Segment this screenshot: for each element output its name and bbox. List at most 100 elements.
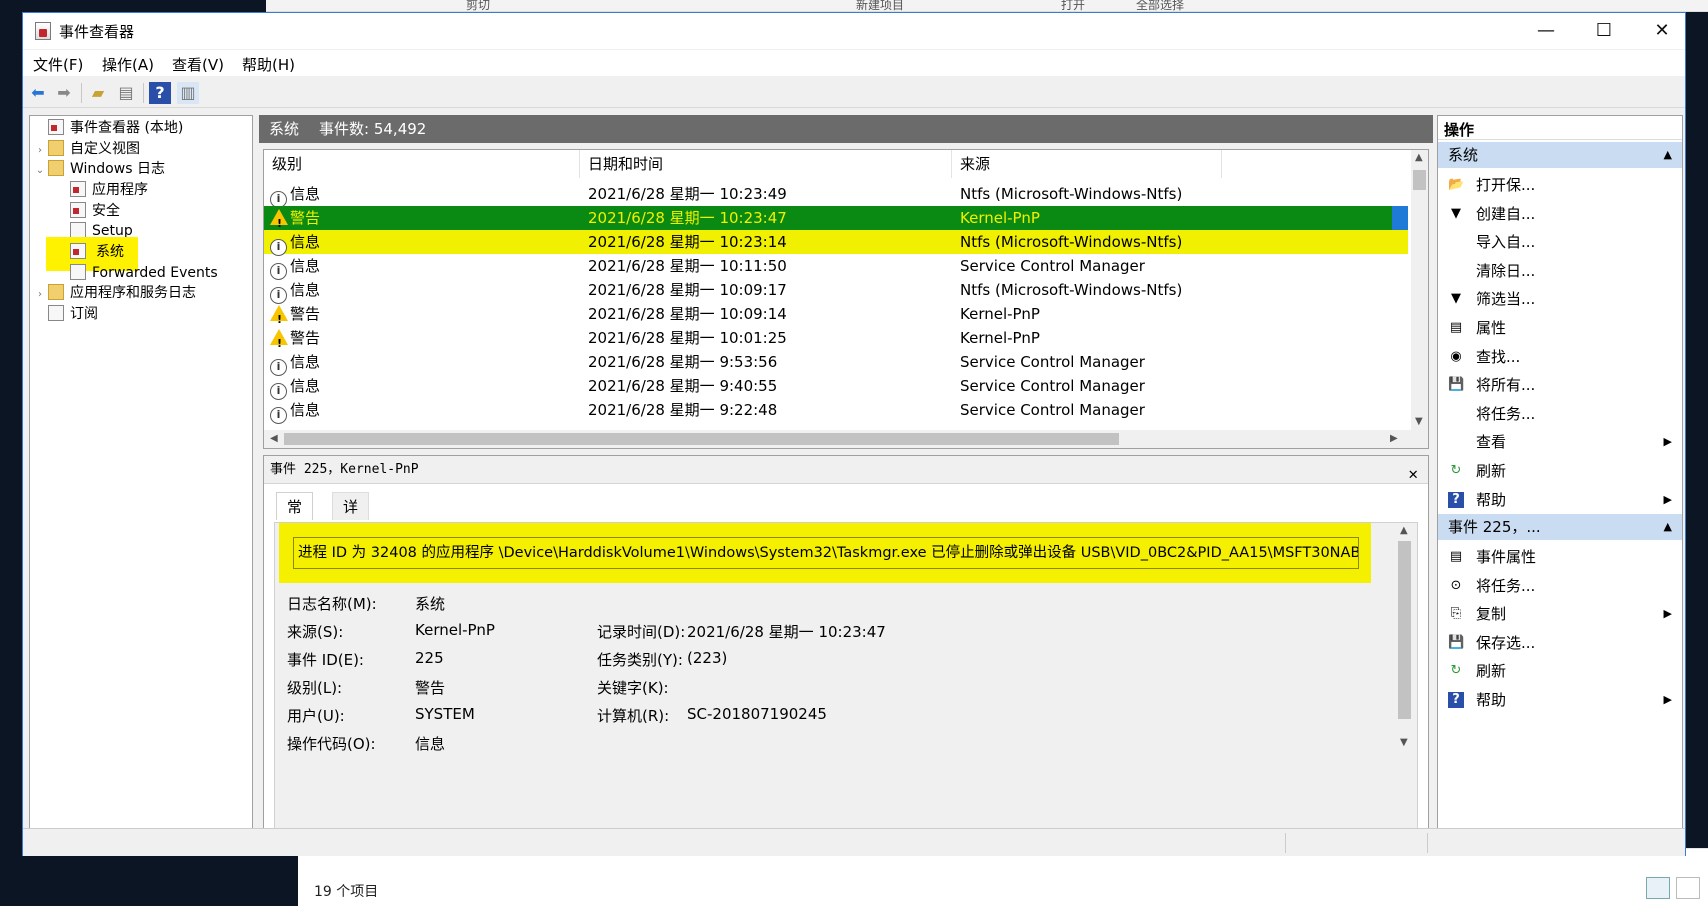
scroll-left-icon[interactable]: ◀ — [270, 433, 278, 444]
action-item[interactable]: ▤ 事件属性 — [1438, 544, 1682, 570]
filter-create-icon: ▼ — [1451, 205, 1461, 221]
chevron-right-icon[interactable]: › — [32, 285, 48, 305]
chevron-right-icon[interactable]: › — [32, 141, 48, 161]
tree-subscriptions[interactable]: 订阅 — [32, 304, 98, 324]
scroll-thumb[interactable] — [1398, 541, 1411, 719]
action-item[interactable]: 💾 保存选... — [1438, 630, 1682, 656]
level-text: 信息 — [290, 233, 321, 251]
table-row[interactable]: i 信息 2021/6/28 星期一 10:23:14 Ntfs (Microsoft… — [264, 230, 1408, 256]
source-cell: Kernel-PnP — [960, 305, 1040, 323]
tree-application[interactable]: 应用程序 — [54, 180, 148, 200]
tiles-view-button[interactable] — [1676, 877, 1700, 899]
scroll-thumb[interactable] — [284, 433, 1119, 445]
actions-section-system[interactable]: 系统 ▲ — [1438, 142, 1682, 168]
up-folder-icon[interactable]: ▰ — [87, 82, 109, 104]
action-item[interactable]: 📂 打开保... — [1438, 172, 1682, 198]
menu-view[interactable]: 查看(V) — [172, 54, 224, 75]
tree-custom-views[interactable]: › 自定义视图 — [32, 139, 140, 159]
scroll-up-icon[interactable]: ▲ — [1400, 525, 1408, 536]
tree-system[interactable]: 系统 — [46, 237, 138, 271]
details-view-button[interactable] — [1646, 877, 1670, 899]
folder-icon — [48, 160, 64, 176]
menu-help[interactable]: 帮助(H) — [242, 54, 295, 75]
action-item[interactable]: 查看 ▶ — [1438, 429, 1682, 455]
table-row[interactable]: i 信息 2021/6/28 星期一 9:22:48 Service Control … — [264, 398, 1408, 424]
collapse-icon[interactable]: ▲ — [1664, 142, 1672, 168]
keywords-label: 关键字(K): — [597, 679, 669, 697]
menu-action[interactable]: 操作(A) — [102, 54, 154, 75]
submenu-arrow-icon: ▶ — [1663, 607, 1672, 621]
table-row[interactable]: 警告 2021/6/28 星期一 10:09:14 Kernel-PnP — [264, 302, 1408, 332]
scroll-up-icon[interactable]: ▲ — [1415, 152, 1423, 163]
column-header-level[interactable]: 级别 — [264, 150, 580, 178]
source-cell: Kernel-PnP — [960, 329, 1040, 347]
tree-forwarded-events[interactable]: Forwarded Events — [54, 263, 218, 283]
logged-label: 记录时间(D): — [597, 623, 686, 641]
action-item[interactable]: 将任务... — [1438, 401, 1682, 427]
event-message-text[interactable]: 进程 ID 为 32408 的应用程序 \Device\HarddiskVolu… — [293, 537, 1359, 569]
chevron-down-icon[interactable]: ⌄ — [32, 161, 48, 181]
back-arrow-icon[interactable]: ⬅ — [27, 82, 49, 104]
show-action-pane-icon[interactable]: ▥ — [177, 82, 199, 104]
action-item[interactable]: ↻ 刷新 — [1438, 658, 1682, 684]
tab-general[interactable]: 常规 — [276, 492, 314, 544]
datetime-cell: 2021/6/28 星期一 10:23:14 — [588, 233, 787, 251]
actions-section-event[interactable]: 事件 225，... ▲ — [1438, 514, 1682, 540]
scroll-down-icon[interactable]: ▼ — [1415, 416, 1423, 427]
column-header-source[interactable]: 来源 — [952, 150, 1222, 178]
column-header-datetime[interactable]: 日期和时间 — [580, 150, 952, 178]
event-list-horizontal-scrollbar[interactable]: ◀ ▶ — [264, 430, 1428, 448]
submenu-arrow-icon: ▶ — [1663, 693, 1672, 706]
title-bar[interactable]: 事件查看器 — ☐ ✕ — [23, 13, 1685, 49]
scroll-right-icon[interactable]: ▶ — [1390, 433, 1398, 444]
detail-vertical-scrollbar[interactable]: ▲ ▼ — [1396, 523, 1413, 753]
table-row[interactable]: i 信息 2021/6/28 星期一 10:09:17 Ntfs (Microsoft… — [264, 278, 1408, 304]
action-label: 刷新 — [1476, 462, 1507, 480]
action-label: 将任务... — [1476, 576, 1536, 595]
minimize-button[interactable]: — — [1517, 13, 1575, 49]
collapse-icon[interactable]: ▲ — [1664, 514, 1672, 540]
forward-arrow-icon[interactable]: ➡ — [53, 82, 75, 104]
action-item[interactable]: ◉ 查找... — [1438, 344, 1682, 370]
source-cell: Service Control Manager — [960, 257, 1145, 275]
table-row[interactable]: i 信息 2021/6/28 星期一 10:11:50 Service Control… — [264, 254, 1408, 280]
action-item[interactable]: 💾 将所有... — [1438, 372, 1682, 398]
tree-windows-logs[interactable]: ⌄ Windows 日志 — [32, 159, 165, 179]
tree-root[interactable]: 事件查看器 (本地) — [32, 118, 183, 138]
action-item[interactable]: ⎘ 复制 ▶ — [1438, 601, 1682, 627]
action-item[interactable]: ⊙ 将任务... — [1438, 573, 1682, 599]
datetime-cell: 2021/6/28 星期一 10:01:25 — [588, 329, 787, 347]
action-item[interactable]: ▼ 创建自... — [1438, 201, 1682, 227]
tab-details[interactable]: 详细信息 — [332, 492, 370, 600]
action-item[interactable]: 清除日... — [1438, 258, 1682, 284]
table-row[interactable]: i 信息 2021/6/28 星期一 9:53:56 Service Control … — [264, 350, 1408, 376]
table-row[interactable]: 警告 2021/6/28 星期一 10:01:25 Kernel-PnP — [264, 326, 1408, 356]
tree-security[interactable]: 安全 — [54, 201, 120, 221]
help-icon[interactable]: ? — [149, 82, 171, 104]
action-item[interactable]: ? 帮助 ▶ — [1438, 687, 1682, 713]
action-item[interactable]: ? 帮助 ▶ — [1438, 487, 1682, 513]
source-cell: Ntfs (Microsoft-Windows-Ntfs) — [960, 281, 1183, 299]
close-detail-icon[interactable]: ✕ — [1408, 460, 1418, 488]
event-list-vertical-scrollbar[interactable]: ▲ ▼ — [1411, 150, 1428, 432]
action-label: 复制 — [1476, 605, 1507, 624]
action-item[interactable]: ▼ 筛选当... — [1438, 286, 1682, 312]
task-category-label: 任务类别(Y): — [597, 651, 683, 669]
level-cell: i 信息 — [270, 350, 320, 376]
table-row[interactable]: i 信息 2021/6/28 星期一 9:40:55 Service Control … — [264, 374, 1408, 400]
action-item[interactable]: ▤ 属性 — [1438, 315, 1682, 341]
level-cell: i 信息 — [270, 398, 320, 424]
scroll-down-icon[interactable]: ▼ — [1400, 737, 1408, 748]
level-label: 级别(L): — [287, 679, 343, 697]
close-button[interactable]: ✕ — [1633, 13, 1691, 49]
table-row[interactable]: i 信息 2021/6/28 星期一 10:23:49 Ntfs (Microsoft… — [264, 182, 1408, 208]
show-hide-tree-icon[interactable]: ▤ — [115, 82, 137, 104]
maximize-button[interactable]: ☐ — [1575, 13, 1633, 49]
scroll-thumb[interactable] — [1413, 170, 1426, 190]
tree-app-service-logs[interactable]: › 应用程序和服务日志 — [32, 283, 196, 303]
action-item[interactable]: ↻ 刷新 — [1438, 458, 1682, 484]
table-row[interactable]: 警告 2021/6/28 星期一 10:23:47 Kernel-PnP — [264, 206, 1408, 236]
menu-file[interactable]: 文件(F) — [33, 54, 83, 75]
blank-icon — [1448, 234, 1464, 250]
action-item[interactable]: 导入自... — [1438, 229, 1682, 255]
